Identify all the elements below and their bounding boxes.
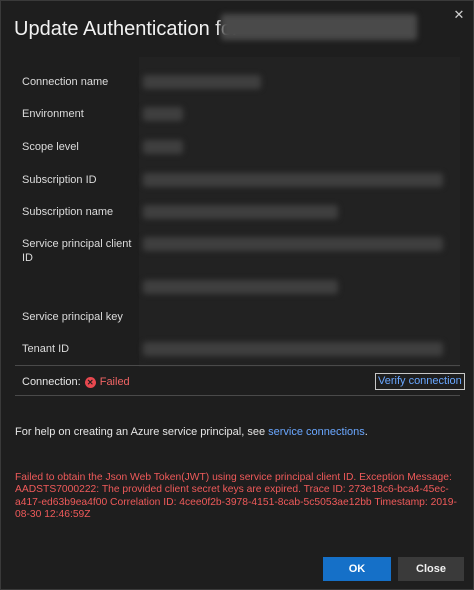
label-service-principal-client-id: Service principal client ID xyxy=(22,238,132,264)
redacted-connection-title xyxy=(221,14,417,40)
ok-button[interactable]: OK xyxy=(323,557,391,581)
redacted-subscription-id xyxy=(143,173,443,187)
label-subscription-name: Subscription name xyxy=(22,206,114,218)
label-connection-name: Connection name xyxy=(22,76,109,88)
connection-label: Connection: xyxy=(22,376,81,388)
redacted-subscription-name xyxy=(143,205,338,219)
error-circle-icon: ✕ xyxy=(84,376,96,388)
redacted-tenant-id xyxy=(143,342,443,356)
redacted-environment xyxy=(143,107,183,121)
close-button[interactable]: Close xyxy=(398,557,464,581)
close-icon[interactable]: ✕ xyxy=(451,7,467,23)
label-environment: Environment xyxy=(22,108,84,120)
dialog-title-row: Update Authentication for xyxy=(14,15,239,43)
connection-status: Failed xyxy=(99,376,130,388)
verify-connection-button[interactable]: Verify connection xyxy=(375,373,465,390)
connection-details-form: Connection name Environment Scope level … xyxy=(15,57,460,367)
divider-top xyxy=(15,365,460,366)
help-text-suffix: . xyxy=(364,426,368,438)
dialog-title: Update Authentication for xyxy=(14,17,239,40)
label-scope-level: Scope level xyxy=(22,141,79,153)
label-tenant-id: Tenant ID xyxy=(22,343,70,355)
help-text: For help on creating an Azure service pr… xyxy=(15,426,368,438)
redacted-scope-level xyxy=(143,140,183,154)
error-message: Failed to obtain the Json Web Token(JWT)… xyxy=(15,472,457,520)
service-connections-link[interactable]: service connections xyxy=(268,426,365,438)
label-service-principal-key: Service principal key xyxy=(22,311,123,323)
redacted-connection-name xyxy=(143,75,261,89)
connection-status-row: Connection: ✕ Failed xyxy=(22,374,130,390)
divider-bottom xyxy=(15,395,460,396)
redacted-client-id-extra xyxy=(143,280,338,294)
redacted-client-id xyxy=(143,237,443,251)
label-subscription-id: Subscription ID xyxy=(22,174,97,186)
help-text-prefix: For help on creating an Azure service pr… xyxy=(15,426,269,438)
update-authentication-dialog: Update Authentication for ✕ Connection n… xyxy=(0,0,474,590)
